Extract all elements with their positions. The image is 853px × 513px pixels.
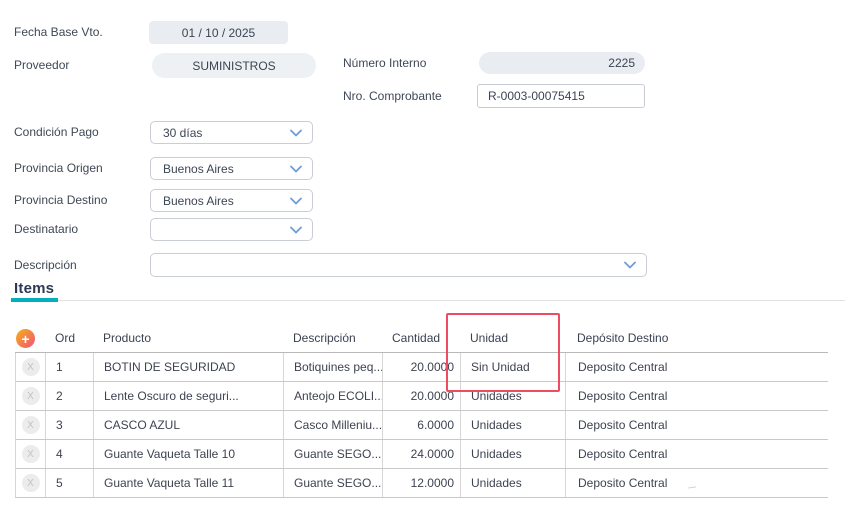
x-icon: X (27, 420, 34, 431)
cell-ord: 5 (46, 469, 94, 497)
chevron-down-icon (290, 129, 302, 137)
cell-deposito-destino: Deposito Central (566, 440, 828, 468)
cell-cantidad: 20.0000 (383, 353, 461, 381)
cell-unidad: Unidades (461, 469, 566, 497)
numero-interno-label: Número Interno (343, 52, 426, 74)
row-delete-cell: X (16, 382, 46, 410)
chevron-down-icon (290, 226, 302, 234)
condicion-pago-select[interactable]: 30 días (150, 121, 313, 144)
condicion-pago-value: 30 días (163, 126, 202, 140)
col-header-ord: Ord (55, 331, 75, 345)
cell-descripcion: Guante SEGO... (284, 469, 383, 497)
fecha-base-label: Fecha Base Vto. (14, 21, 103, 44)
col-header-unidad: Unidad (470, 331, 508, 345)
descripcion-select[interactable] (150, 253, 647, 277)
chevron-down-icon (290, 165, 302, 173)
cell-unidad: Unidades (461, 382, 566, 410)
proveedor-field[interactable]: SUMINISTROS (152, 53, 316, 78)
cell-ord: 3 (46, 411, 94, 439)
cell-ord: 1 (46, 353, 94, 381)
proveedor-value: SUMINISTROS (192, 59, 275, 73)
cell-descripcion: Guante SEGO... (284, 440, 383, 468)
chevron-down-icon (624, 261, 636, 269)
table-row[interactable]: X 4 Guante Vaqueta Talle 10 Guante SEGO.… (15, 440, 828, 469)
destinatario-label: Destinatario (14, 218, 78, 241)
provincia-destino-value: Buenos Aires (163, 194, 234, 208)
cell-producto: CASCO AZUL (94, 411, 284, 439)
cell-cantidad: 12.0000 (383, 469, 461, 497)
cell-deposito-destino: Deposito Central (566, 353, 828, 381)
cell-unidad: Unidades (461, 411, 566, 439)
add-item-button[interactable]: + (16, 329, 35, 348)
cell-descripcion: Botiquines peq... (284, 353, 383, 381)
proveedor-label: Proveedor (14, 53, 69, 78)
table-row[interactable]: X 3 CASCO AZUL Casco Milleniu... 6.0000 … (15, 411, 828, 440)
cell-producto: Guante Vaqueta Talle 11 (94, 469, 284, 497)
cell-cantidad: 24.0000 (383, 440, 461, 468)
row-delete-cell: X (16, 469, 46, 497)
provincia-origen-select[interactable]: Buenos Aires (150, 157, 313, 180)
nro-comprobante-label: Nro. Comprobante (343, 84, 442, 108)
cell-unidad: Sin Unidad (461, 353, 566, 381)
x-icon: X (27, 478, 34, 489)
cell-deposito-destino: Deposito Central (566, 469, 828, 497)
tab-items-active-indicator (11, 298, 58, 302)
table-row[interactable]: X 2 Lente Oscuro de seguri... Anteojo EC… (15, 382, 828, 411)
condicion-pago-label: Condición Pago (14, 121, 99, 144)
chevron-down-icon (290, 197, 302, 205)
descripcion-label: Descripción (14, 253, 77, 277)
fecha-base-value: 01 / 10 / 2025 (182, 26, 255, 40)
table-row[interactable]: X 1 BOTIN DE SEGURIDAD Botiquines peq...… (15, 353, 828, 382)
row-delete-cell: X (16, 440, 46, 468)
cell-deposito-destino: Deposito Central (566, 382, 828, 410)
tab-divider (10, 300, 845, 301)
cell-ord: 2 (46, 382, 94, 410)
cell-producto: BOTIN DE SEGURIDAD (94, 353, 284, 381)
destinatario-select[interactable] (150, 218, 313, 241)
col-header-producto: Producto (103, 331, 151, 345)
delete-row-button[interactable]: X (22, 474, 40, 492)
x-icon: X (27, 449, 34, 460)
numero-interno-value: 2225 (608, 56, 635, 70)
delete-row-button[interactable]: X (22, 445, 40, 463)
purchase-receipt-form: Fecha Base Vto. 01 / 10 / 2025 Proveedor… (0, 0, 853, 513)
cell-cantidad: 20.0000 (383, 382, 461, 410)
fecha-base-field[interactable]: 01 / 10 / 2025 (149, 21, 288, 44)
cell-descripcion: Anteojo ECOLI... (284, 382, 383, 410)
nro-comprobante-input[interactable] (477, 84, 645, 108)
cell-descripcion: Casco Milleniu... (284, 411, 383, 439)
x-icon: X (27, 362, 34, 373)
numero-interno-field: 2225 (479, 52, 645, 74)
plus-icon: + (21, 332, 29, 346)
cell-cantidad: 6.0000 (383, 411, 461, 439)
col-header-descripcion: Descripción (293, 331, 356, 345)
row-delete-cell: X (16, 353, 46, 381)
delete-row-button[interactable]: X (22, 416, 40, 434)
delete-row-button[interactable]: X (22, 387, 40, 405)
provincia-destino-select[interactable]: Buenos Aires (150, 189, 313, 212)
table-row[interactable]: X 5 Guante Vaqueta Talle 11 Guante SEGO.… (15, 469, 828, 498)
provincia-origen-label: Provincia Origen (14, 157, 103, 180)
cell-deposito-destino: Deposito Central (566, 411, 828, 439)
provincia-destino-label: Provincia Destino (14, 189, 107, 212)
col-header-deposito-destino: Depósito Destino (577, 331, 668, 345)
cell-producto: Lente Oscuro de seguri... (94, 382, 284, 410)
provincia-origen-value: Buenos Aires (163, 162, 234, 176)
tab-items[interactable]: Items (14, 280, 54, 297)
x-icon: X (27, 391, 34, 402)
cell-ord: 4 (46, 440, 94, 468)
delete-row-button[interactable]: X (22, 358, 40, 376)
cell-producto: Guante Vaqueta Talle 10 (94, 440, 284, 468)
row-delete-cell: X (16, 411, 46, 439)
col-header-cantidad: Cantidad (392, 331, 440, 345)
cell-unidad: Unidades (461, 440, 566, 468)
